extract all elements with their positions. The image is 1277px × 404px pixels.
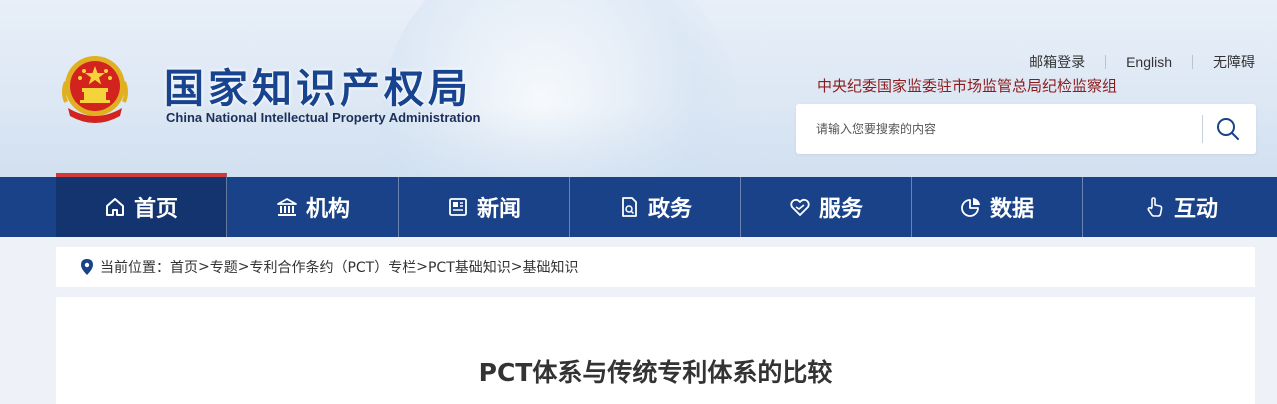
breadcrumb: 当前位置： 首页 > 专题 > 专利合作条约（PCT）专栏 > PCT基础知识 … [56,247,1255,287]
nav-item-interaction[interactable]: 互动 [1085,177,1277,237]
nav-item-data[interactable]: 数据 [912,177,1083,237]
breadcrumb-item-topic[interactable]: 专题 [210,257,238,277]
nav-item-label: 政务 [647,197,692,222]
home-icon [105,198,124,216]
search-input[interactable] [816,118,1176,140]
supervision-link[interactable]: 中央纪委国家监委驻市场监管总局纪检监察组 [817,75,1117,96]
article-panel: PCT体系与传统专利体系的比较 [56,297,1255,404]
nav-item-home[interactable]: 首页 [56,173,227,237]
breadcrumb-separator: > [510,259,523,275]
nav-item-news[interactable]: 新闻 [399,177,570,237]
breadcrumb-item-basic-knowledge[interactable]: 基础知识 [523,257,579,277]
breadcrumb-separator: > [237,259,250,275]
search-icon[interactable] [1214,115,1242,143]
breadcrumb-separator: > [198,259,210,275]
search-box [796,104,1256,154]
nav-item-service[interactable]: 服务 [741,177,912,237]
nav-item-label: 新闻 [476,197,521,222]
main-nav: 首页 机构 新闻 政务 服务 数据 互动 [0,173,1277,237]
breadcrumb-prefix: 当前位置： [100,260,170,276]
english-link[interactable]: English [1106,54,1192,70]
institution-icon [277,198,297,216]
breadcrumb-item-pct-basics[interactable]: PCT基础知识 [428,257,511,277]
nav-item-label: 服务 [818,197,863,222]
hand-pointer-icon [1147,197,1163,217]
site-name-cn: 国家知识产权局 [164,66,472,112]
document-icon [622,197,637,217]
divider [1202,115,1203,143]
national-emblem-icon [62,56,128,123]
breadcrumb-separator: > [416,259,428,275]
pie-chart-icon [961,198,980,217]
breadcrumb-item-home[interactable]: 首页 [170,257,198,277]
nav-item-government-affairs[interactable]: 政务 [570,177,741,237]
location-pin-icon [81,259,93,275]
nav-item-label: 数据 [989,197,1034,222]
newspaper-icon [449,198,467,216]
site-header: 国家知识产权局 China National Intellectual Prop… [0,0,1277,177]
nav-item-label: 互动 [1173,197,1218,222]
nav-item-label: 机构 [305,197,350,222]
nav-item-institution[interactable]: 机构 [228,177,399,237]
breadcrumb-item-pct-column[interactable]: 专利合作条约（PCT）专栏 [249,257,416,277]
email-login-link[interactable]: 邮箱登录 [1009,52,1105,72]
article-title: PCT体系与传统专利体系的比较 [478,358,833,387]
site-name-en: China National Intellectual Property Adm… [166,110,481,125]
top-links: 邮箱登录 English 无障碍 [1009,52,1255,72]
nav-item-label: 首页 [133,197,178,222]
service-heart-icon [790,198,810,216]
accessibility-link[interactable]: 无障碍 [1193,52,1255,72]
